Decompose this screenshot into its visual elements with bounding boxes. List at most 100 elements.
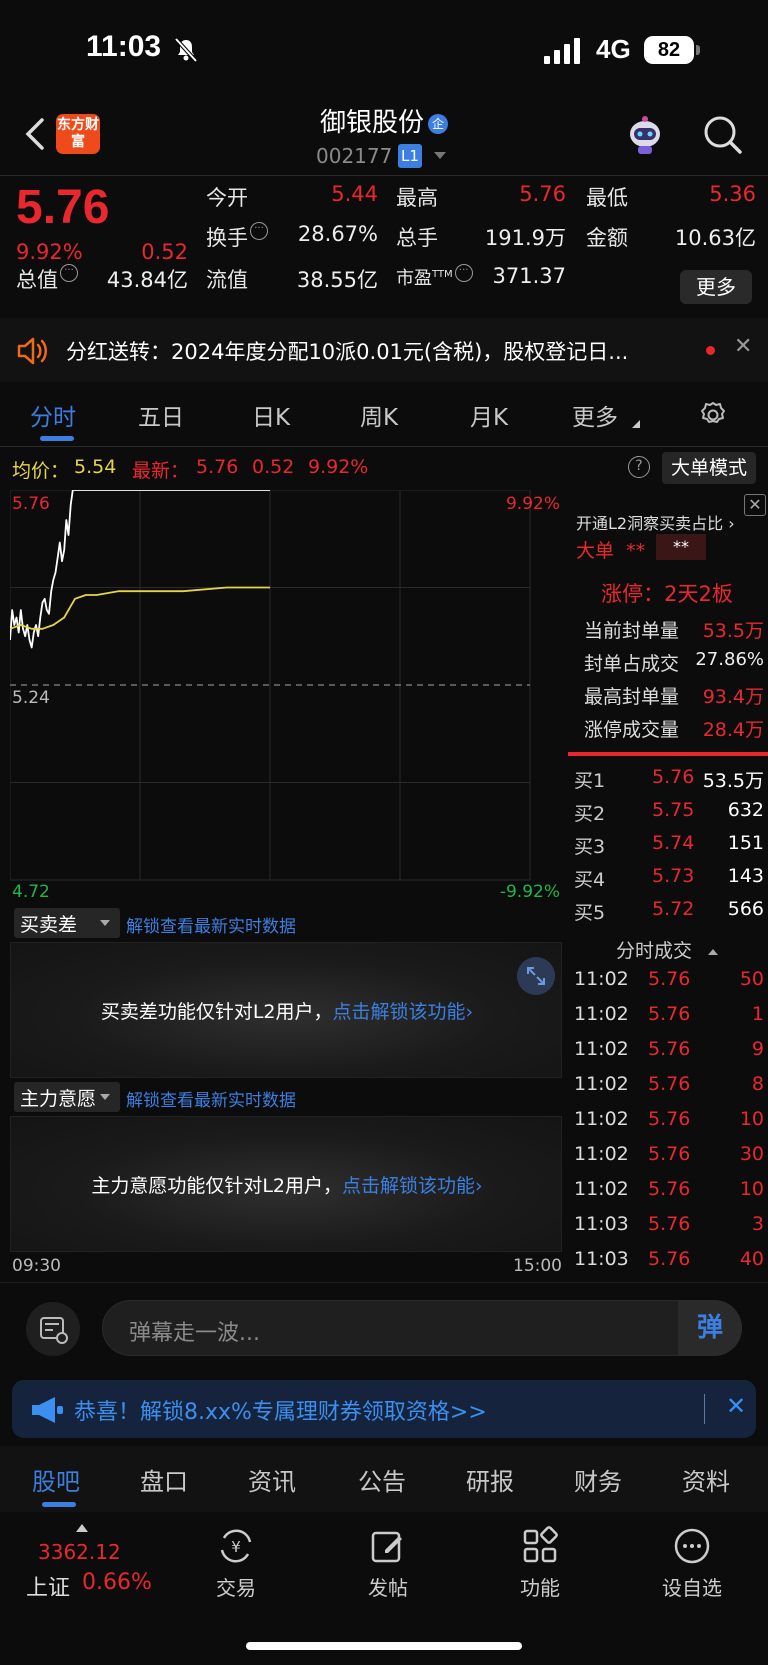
more-info-icon[interactable]: ···: [454, 264, 473, 282]
bid-row: 买1 5.76 53.5万: [574, 766, 764, 792]
ai-robot-icon[interactable]: [620, 110, 670, 160]
quote-panel: 5.76 9.92% 0.52 今开 5.44 最高 5.76 最低 5.36 …: [0, 176, 768, 316]
danmu-input[interactable]: 弹幕走一波...: [102, 1300, 742, 1356]
network-type: 4G: [596, 34, 631, 64]
latest-percent: 9.92%: [308, 456, 369, 478]
turnover-value: 28.67%: [297, 222, 378, 246]
amount-value: 10.63亿: [674, 226, 756, 250]
tab-research[interactable]: 研报: [466, 1462, 514, 1497]
add-watchlist-button[interactable]: 设自选: [642, 1526, 742, 1601]
promo-banner[interactable]: 恭喜！解锁8.xx%专属理财券领取资格>> ✕: [12, 1380, 756, 1438]
tick-row: 11:03 5.76 3: [574, 1213, 764, 1235]
notice-text[interactable]: 分红送转：2024年度分配10派0.01元(含税)，股权登记日...: [66, 336, 686, 366]
signal-icon: [544, 38, 580, 64]
index-value[interactable]: 3362.12: [38, 1540, 121, 1564]
avg-value: 5.54: [74, 456, 117, 478]
divider: [0, 1282, 768, 1283]
chevron-down-icon[interactable]: [434, 152, 446, 159]
post-button[interactable]: 发帖: [338, 1526, 438, 1601]
arrow-up-icon: [76, 1524, 88, 1532]
bid-row: 买2 5.75 632: [574, 799, 764, 825]
tab-news[interactable]: 资讯: [248, 1462, 296, 1497]
unlock-link[interactable]: 解锁查看最新实时数据: [126, 1086, 296, 1111]
tick-row: 11:02 5.76 10: [574, 1108, 764, 1130]
more-info-icon[interactable]: ···: [250, 222, 268, 240]
limit-divider: [568, 752, 768, 756]
float-cap-label: 流值: [206, 268, 248, 292]
current-price: 5.76: [16, 181, 110, 234]
status-bar: 11:03 4G 82: [0, 0, 768, 100]
unlock-feature-link[interactable]: 点击解锁该功能›: [342, 1175, 483, 1197]
level-badge[interactable]: L1: [398, 144, 422, 168]
danmu-settings-icon[interactable]: [26, 1302, 80, 1356]
close-icon[interactable]: ✕: [726, 1392, 746, 1420]
tab-announcements[interactable]: 公告: [358, 1462, 406, 1497]
x-tick-end: 15:00: [513, 1256, 562, 1276]
unlock-feature-link[interactable]: 点击解锁该功能›: [333, 1001, 474, 1023]
market-cap-label: 总值 ···: [16, 264, 78, 294]
big-order-label: 大单 **: [576, 540, 646, 562]
unlock-link[interactable]: 解锁查看最新实时数据: [126, 912, 296, 937]
big-order-masked-value: **: [656, 534, 706, 560]
intraday-chart-svg: [10, 490, 531, 881]
l2-row-value: 27.86%: [695, 649, 764, 670]
tab-profile[interactable]: 资料: [682, 1462, 730, 1497]
index-percent[interactable]: 0.66%: [82, 1570, 152, 1595]
volume-value: 191.9万: [484, 226, 566, 250]
tab-more[interactable]: 更多: [572, 398, 618, 432]
stock-header: 东方财富 御银股份企 002177 L1: [0, 100, 768, 175]
x-tick-start: 09:30: [12, 1256, 61, 1276]
tab-daily-k[interactable]: 日K: [252, 398, 290, 432]
dividend-notice[interactable]: 分红送转：2024年度分配10派0.01元(含税)，股权登记日... ✕: [0, 318, 768, 382]
big-order-mode-button[interactable]: 大单模式: [662, 452, 756, 484]
bid-row: 买3 5.74 151: [574, 832, 764, 858]
tab-forum[interactable]: 股吧: [32, 1462, 80, 1497]
intraday-info-bar: 均价： 5.54 最新： 5.76 0.52 9.92% ? 大单模式: [0, 450, 768, 486]
tab-intraday[interactable]: 分时: [30, 398, 76, 432]
expand-icon[interactable]: [517, 957, 555, 995]
market-cap-value: 43.84亿: [106, 268, 188, 292]
chart-tabs: 分时 五日 日K 周K 月K 更多: [0, 384, 768, 444]
more-info-icon[interactable]: ···: [60, 264, 78, 282]
turnover-label: 换手 ···: [206, 222, 268, 252]
index-name[interactable]: 上证: [26, 1570, 70, 1602]
latest-change: 0.52: [252, 456, 295, 478]
tab-monthly-k[interactable]: 月K: [470, 398, 508, 432]
divider: [0, 446, 768, 447]
indicator-select[interactable]: 买卖差: [14, 908, 120, 938]
tab-weekly-k[interactable]: 周K: [360, 398, 398, 432]
indicator-select[interactable]: 主力意愿: [14, 1082, 120, 1112]
ticks-title[interactable]: 分时成交: [566, 936, 768, 962]
open-l2-link[interactable]: 开通L2洞察买卖占比 ›: [576, 510, 735, 534]
function-icon: [523, 1526, 558, 1563]
tab-order-book[interactable]: 盘口: [140, 1462, 188, 1497]
tick-row: 11:02 5.76 10: [574, 1178, 764, 1200]
promo-text[interactable]: 恭喜！解锁8.xx%专属理财券领取资格>>: [74, 1394, 487, 1426]
high-value: 5.76: [519, 182, 566, 206]
time-axis: 09:30 15:00: [10, 1256, 562, 1280]
tab-finance[interactable]: 财务: [574, 1462, 622, 1497]
help-icon[interactable]: ?: [628, 456, 650, 478]
function-button[interactable]: 功能: [490, 1526, 590, 1601]
post-icon: [371, 1531, 402, 1563]
danmu-send-button[interactable]: 弹: [678, 1300, 742, 1356]
l2-row-label: 涨停成交量: [584, 719, 680, 741]
l2-row-value: 28.4万: [702, 719, 764, 741]
tab-five-day[interactable]: 五日: [138, 398, 184, 432]
unread-dot: [706, 346, 715, 355]
limit-up-panel: ✕ 开通L2洞察买卖占比 › 大单 ** ** 涨停：2天2板 当前封单量 53…: [566, 494, 768, 744]
trade-button[interactable]: ¥ 交易: [186, 1526, 286, 1601]
locked-message: 主力意愿功能仅针对L2用户，点击解锁该功能›: [91, 1175, 483, 1197]
limit-up-title: 涨停：2天2板: [601, 582, 733, 606]
intraday-chart[interactable]: 5.76 5.24 4.72 9.92% -9.92%: [10, 490, 562, 906]
megaphone-icon: [32, 1397, 63, 1423]
svg-text:¥: ¥: [231, 1538, 241, 1556]
search-icon[interactable]: [700, 112, 744, 156]
close-icon[interactable]: ✕: [744, 494, 766, 516]
close-icon[interactable]: ✕: [734, 334, 752, 359]
more-button[interactable]: 更多: [680, 270, 752, 304]
gear-icon[interactable]: [698, 400, 728, 430]
l2-row-label: 最高封单量: [584, 686, 680, 708]
avg-label: 均价：: [12, 460, 70, 482]
y-tick-bottom: 4.72: [12, 882, 50, 902]
